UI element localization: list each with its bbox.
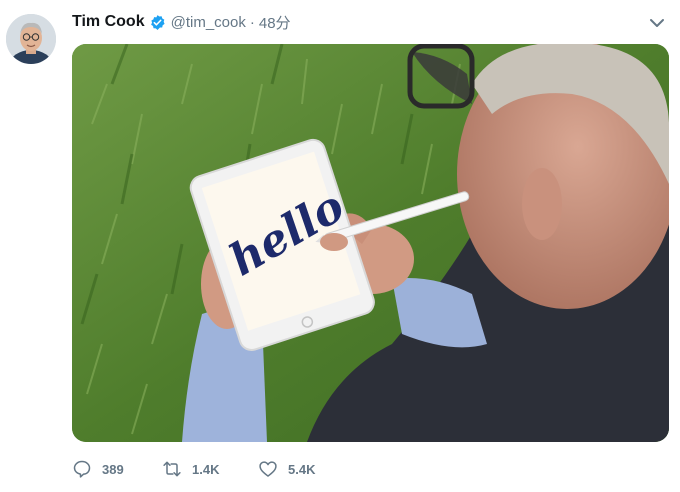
timestamp[interactable]: 48分 <box>259 12 291 33</box>
retweet-button[interactable]: 1.4K <box>162 459 258 479</box>
chevron-down-icon[interactable] <box>648 14 666 32</box>
reply-icon <box>72 459 92 479</box>
tweet-actions: 389 1.4K 5.4K <box>72 457 354 481</box>
retweet-icon <box>162 459 182 479</box>
tweet: Tim Cook @tim_cook · 48分 hello 389 1.4K … <box>0 0 680 492</box>
tweet-header: Tim Cook @tim_cook · 48分 <box>72 11 291 33</box>
like-count: 5.4K <box>288 461 316 477</box>
separator-dot: · <box>249 13 255 31</box>
display-name[interactable]: Tim Cook <box>72 13 145 31</box>
avatar[interactable] <box>6 14 56 64</box>
reply-button[interactable]: 389 <box>72 459 162 479</box>
like-icon <box>258 459 278 479</box>
reply-count: 389 <box>102 461 124 477</box>
verified-badge-icon <box>149 14 166 31</box>
user-handle[interactable]: @tim_cook <box>171 14 246 31</box>
tweet-photo[interactable]: hello <box>72 44 669 442</box>
like-button[interactable]: 5.4K <box>258 459 354 479</box>
retweet-count: 1.4K <box>192 461 220 477</box>
